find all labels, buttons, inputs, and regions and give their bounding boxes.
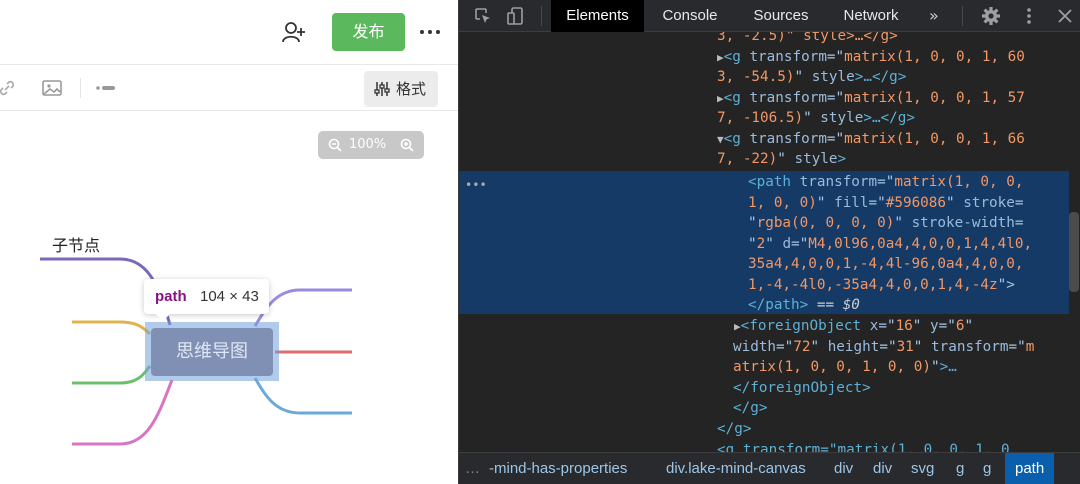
dom-line: "2" d="M4,0l96,0a4,4,0,0,1,4,4l0, xyxy=(748,236,1033,252)
dom-line: width="72" height="31" transform="m xyxy=(733,339,1035,355)
scrollbar-thumb[interactable] xyxy=(1069,212,1079,292)
dom-line: </path> == $0 xyxy=(748,297,860,313)
tooltip-tag-name: path xyxy=(155,288,187,305)
inspect-element-icon[interactable] xyxy=(473,6,493,26)
tab-elements[interactable]: Elements xyxy=(551,0,644,32)
inspect-tooltip: path 104 × 43 xyxy=(144,279,269,321)
dom-line: 35a4,4,0,0,1,-4,4l-96,0a4,4,0,0, xyxy=(748,256,1024,272)
breadcrumb-item[interactable]: svg xyxy=(904,453,941,484)
dom-line: "rgba(0, 0, 0, 0)" stroke-width= xyxy=(748,215,1024,231)
dom-line: atrix(1, 0, 0, 1, 0, 0)">… xyxy=(733,359,957,375)
dom-line: <g transform="matrix(1, 0, 0, 1, 0 xyxy=(717,442,1010,452)
dom-line: 3, -54.5)" style>…</g> xyxy=(717,69,907,85)
branch-left-yellow xyxy=(72,320,151,336)
dom-line: 1, 0, 0)" fill="#596086" stroke= xyxy=(748,195,1024,211)
branch-right-blue xyxy=(253,377,352,415)
tab-console[interactable]: Console xyxy=(652,0,728,32)
devtools-tabbar: Elements Console Sources Network » xyxy=(459,0,1080,32)
settings-gear-icon[interactable] xyxy=(981,6,1001,26)
dom-node-selected[interactable]: <path transform="matrix(1, 0, 0, xyxy=(748,172,1080,193)
dom-line: 1,-4,-4l0,-35a4,4,0,0,1,4,-4z"> xyxy=(748,277,1015,293)
tooltip-dimensions: 104 × 43 xyxy=(200,288,259,305)
tabbar-divider xyxy=(541,6,542,26)
dom-line: </foreignObject> xyxy=(733,380,871,396)
dom-node[interactable]: ▼<g transform="matrix(1, 0, 0, 1, 66 xyxy=(717,129,1080,150)
branch-left-green xyxy=(72,365,152,385)
branch-left-pink xyxy=(72,379,174,446)
more-tabs-button[interactable]: » xyxy=(929,0,939,32)
breadcrumb-ellipsis[interactable]: … xyxy=(465,453,480,484)
elements-dom-tree: ••• 3, -2.5)" style>…</g> ▶<g transform=… xyxy=(459,32,1080,452)
close-devtools-icon[interactable] xyxy=(1055,6,1075,26)
branch-right-purple xyxy=(253,288,352,327)
root-node-label[interactable]: 思维导图 xyxy=(151,328,273,376)
breadcrumb-item[interactable]: -mind-has-properties xyxy=(489,453,627,484)
mind-map-editor: 发布 格式 100% 子节点 思维导图 path 104 × 43 xyxy=(0,0,458,484)
breadcrumb-item[interactable]: div.lake-mind-canvas xyxy=(659,453,813,484)
breadcrumb-item[interactable]: g xyxy=(976,453,998,484)
tab-network[interactable]: Network xyxy=(835,0,907,32)
breadcrumb-item-active[interactable]: path xyxy=(1005,453,1055,484)
breadcrumb-item[interactable]: div xyxy=(827,453,860,484)
dom-line: 7, -106.5)" style>…</g> xyxy=(717,110,915,126)
dom-line: 3, -2.5)" style>…</g> xyxy=(717,32,898,44)
breadcrumb-item[interactable]: div xyxy=(866,453,899,484)
dom-node[interactable]: ▶<g transform="matrix(1, 0, 0, 1, 60 xyxy=(717,47,1080,68)
tabbar-divider xyxy=(962,6,963,26)
node-actions-ellipsis[interactable]: ••• xyxy=(465,175,487,196)
dom-node[interactable]: ▶<g transform="matrix(1, 0, 0, 1, 57 xyxy=(717,88,1080,109)
dom-line: 7, -22)" style> xyxy=(717,151,847,167)
dom-line: </g> xyxy=(717,421,752,437)
dom-node[interactable]: ▶<foreignObject x="16" y="6" xyxy=(734,316,1080,337)
breadcrumb-item[interactable]: g xyxy=(949,453,971,484)
kebab-menu-icon[interactable] xyxy=(1019,6,1039,26)
device-toolbar-icon[interactable] xyxy=(506,6,526,26)
child-node-label[interactable]: 子节点 xyxy=(52,232,100,256)
tab-sources[interactable]: Sources xyxy=(745,0,817,32)
dom-breadcrumb: … -mind-has-properties div.lake-mind-can… xyxy=(459,452,1080,484)
dom-line: </g> xyxy=(733,400,768,416)
devtools-panel: Elements Console Sources Network » ••• 3… xyxy=(458,0,1080,484)
